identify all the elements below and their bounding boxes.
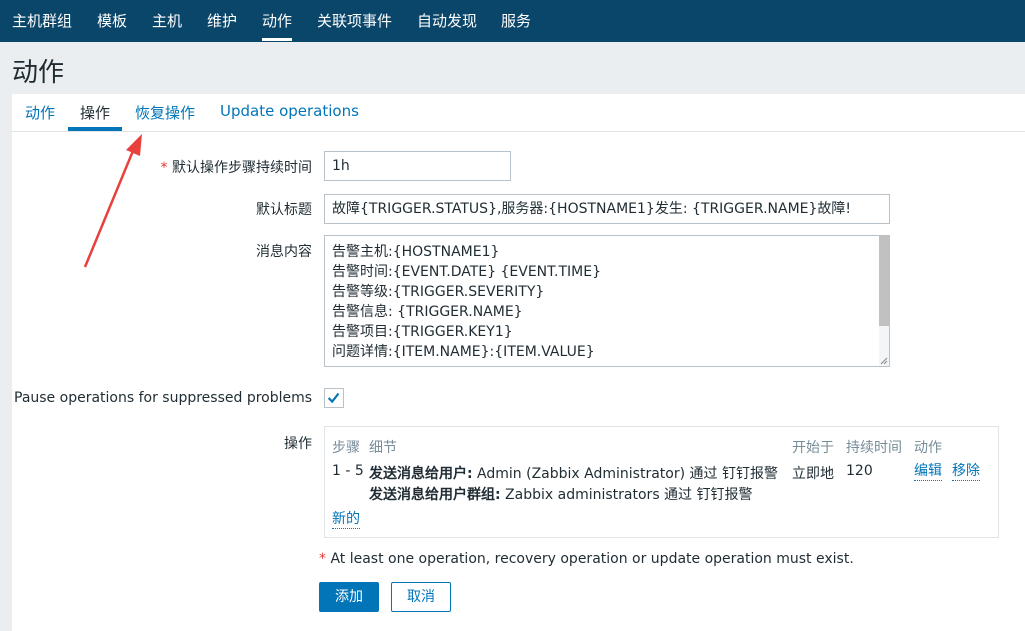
default-subject-input[interactable]: 故障{TRIGGER.STATUS},服务器:{HOSTNAME1}发生: {T… [324,194,890,224]
detail-user-label: 发送消息给用户: [369,466,473,482]
detail-group-label: 发送消息给用户群组: [369,487,501,503]
col-steps: 步骤 [332,440,360,456]
nav-event-correlation[interactable]: 关联项事件 [317,0,392,42]
nav-services[interactable]: 服务 [501,0,531,42]
operation-start-in: 立即地 [792,466,834,482]
default-subject-label: 默认标题 [256,202,312,218]
nav-hosts[interactable]: 主机 [152,0,182,42]
top-navigation: 主机群组 模板 主机 维护 动作 关联项事件 自动发现 服务 [0,0,1025,42]
cancel-button[interactable]: 取消 [391,582,451,612]
operation-detail-user: 发送消息给用户: Admin (Zabbix Administrator) 通过… [369,463,778,483]
remove-operation-link[interactable]: 移除 [952,463,980,481]
message-line: 告警时间:{EVENT.DATE} {EVENT.TIME} [332,264,601,280]
col-duration: 持续时间 [846,440,902,456]
detail-user-text: Admin (Zabbix Administrator) 通过 钉钉报警 [472,466,778,482]
message-line: 告警项目:{TRIGGER.KEY1} [332,324,513,340]
resize-grip-icon[interactable] [879,356,888,365]
required-mark: * [319,551,326,567]
checkmark-icon [327,392,340,404]
pause-suppressed-label: Pause operations for suppressed problems [14,390,313,406]
add-button[interactable]: 添加 [319,582,379,612]
message-line: 告警信息: {TRIGGER.NAME} [332,304,523,320]
operation-steps: 1 - 5 [332,463,364,479]
message-line: 告警主机:{HOSTNAME1} [332,244,500,260]
nav-templates[interactable]: 模板 [97,0,127,42]
message-line: 告警等级:{TRIGGER.SEVERITY} [332,284,545,300]
nav-active-indicator [262,38,292,41]
col-action: 动作 [914,440,942,456]
message-line: 问题详情:{ITEM.NAME}:{ITEM.VALUE} [332,344,595,360]
nav-actions[interactable]: 动作 [262,0,292,42]
tab-active-indicator [68,127,122,131]
operations-label: 操作 [284,436,312,452]
scrollbar-thumb[interactable] [879,236,889,326]
step-duration-label-text: 默认操作步骤持续时间 [172,160,312,176]
message-label: 消息内容 [256,244,312,260]
nav-maintenance[interactable]: 维护 [207,0,237,42]
tab-recovery-operations[interactable]: 恢复操作 [135,102,195,123]
required-mark: * [160,160,168,176]
operations-warning: * At least one operation, recovery opera… [319,551,854,567]
tab-action[interactable]: 动作 [25,102,55,123]
page-title: 动作 [12,58,65,88]
operation-duration: 120 [846,463,873,479]
scrollbar-track[interactable] [879,236,889,366]
pause-suppressed-checkbox[interactable] [324,388,344,408]
annotation-arrow-icon [83,134,142,268]
detail-group-text: Zabbix administrators 通过 钉钉报警 [500,487,753,503]
new-operation-link[interactable]: 新的 [332,511,360,529]
operation-detail-group: 发送消息给用户群组: Zabbix administrators 通过 钉钉报警 [369,484,753,504]
edit-operation-link[interactable]: 编辑 [914,463,942,481]
warning-text: At least one operation, recovery operati… [326,551,854,567]
step-duration-label: * 默认操作步骤持续时间 [140,157,312,177]
nav-discovery[interactable]: 自动发现 [417,0,477,42]
nav-host-groups[interactable]: 主机群组 [12,0,72,42]
col-details: 细节 [369,440,397,456]
step-duration-input[interactable]: 1h [324,151,511,181]
tab-operations[interactable]: 操作 [80,102,110,123]
col-start-in: 开始于 [792,440,834,456]
message-textarea[interactable]: 告警主机:{HOSTNAME1} 告警时间:{EVENT.DATE} {EVEN… [324,235,890,367]
tab-update-operations[interactable]: Update operations [220,102,359,120]
